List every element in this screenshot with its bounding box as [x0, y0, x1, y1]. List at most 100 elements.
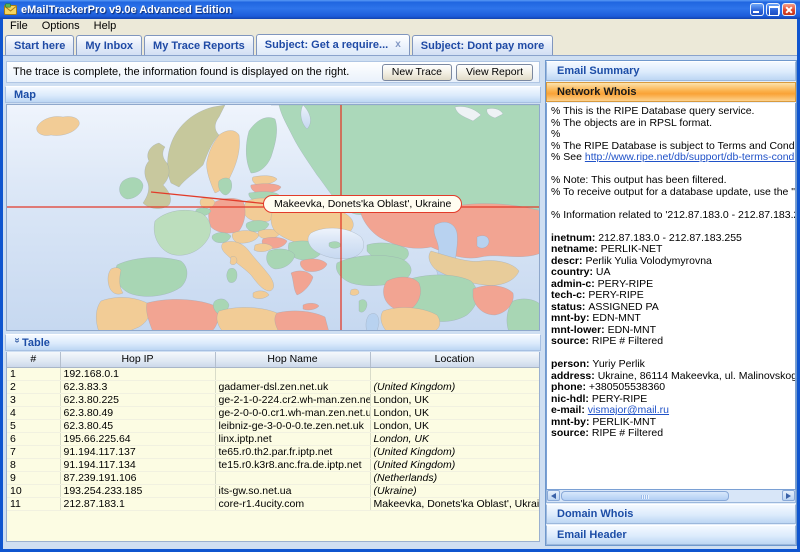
- table-cell: London, UK: [370, 406, 539, 419]
- column-header[interactable]: Location: [370, 352, 539, 367]
- tab-start-here[interactable]: Start here: [5, 35, 74, 55]
- table-cell: 91.194.117.137: [60, 445, 215, 458]
- table-cell: 1: [7, 367, 60, 380]
- whois-line: % Information related to '212.87.183.0 -…: [551, 210, 795, 222]
- collapse-chevron-icon[interactable]: »: [12, 338, 23, 348]
- section-network-whois[interactable]: Network Whois: [546, 82, 796, 102]
- table-row[interactable]: 562.3.80.45leibniz-ge-3-0-0-0.te.zen.net…: [7, 419, 539, 432]
- table-cell: [370, 367, 539, 380]
- table-cell: its-gw.so.net.ua: [215, 484, 370, 497]
- table-cell: Makeevka, Donets'ka Oblast', Ukraine: [370, 497, 539, 510]
- table-cell: 195.66.225.64: [60, 432, 215, 445]
- new-trace-button[interactable]: New Trace: [382, 64, 452, 81]
- table-cell: te65.r0.th2.par.fr.iptp.net: [215, 445, 370, 458]
- table-cell: ge-2-1-0-224.cr2.wh-man.zen.net.uk: [215, 393, 370, 406]
- close-button[interactable]: [782, 3, 796, 16]
- table-row[interactable]: 987.239.191.106 (Netherlands): [7, 471, 539, 484]
- table-cell: linx.iptp.net: [215, 432, 370, 445]
- tab-bar: Start here My Inbox My Trace Reports Subjec…: [3, 33, 797, 56]
- whois-line: %: [551, 129, 795, 141]
- table-cell: London, UK: [370, 393, 539, 406]
- table-cell: 7: [7, 445, 60, 458]
- table-cell: 4: [7, 406, 60, 419]
- tab-label: My Trace Reports: [153, 40, 245, 52]
- table-row[interactable]: 1192.168.0.1: [7, 367, 539, 380]
- table-row[interactable]: 10193.254.233.185its-gw.so.net.ua(Ukrain…: [7, 484, 539, 497]
- scrollbar-thumb[interactable]: [561, 491, 729, 501]
- table-cell: London, UK: [370, 432, 539, 445]
- horizontal-scrollbar[interactable]: [546, 490, 796, 503]
- table-row[interactable]: 791.194.117.137te65.r0.th2.par.fr.iptp.n…: [7, 445, 539, 458]
- table-row[interactable]: 362.3.80.225ge-2-1-0-224.cr2.wh-man.zen.…: [7, 393, 539, 406]
- table-cell: 2: [7, 380, 60, 393]
- table-cell: gadamer-dsl.zen.net.uk: [215, 380, 370, 393]
- scroll-left-arrow-icon[interactable]: [547, 490, 560, 501]
- column-header[interactable]: #: [7, 352, 60, 367]
- whois-line: [551, 198, 795, 210]
- table-cell: 62.3.80.45: [60, 419, 215, 432]
- table-cell: (Ukraine): [370, 484, 539, 497]
- table-panel-header[interactable]: » Table: [5, 334, 541, 351]
- table-cell: [215, 367, 370, 380]
- tab-subject-dont-pay-more[interactable]: Subject: Dont pay more: [412, 35, 553, 55]
- tab-label: My Inbox: [85, 40, 133, 52]
- maximize-button[interactable]: [766, 3, 780, 16]
- status-message: The trace is complete, the information f…: [13, 66, 378, 78]
- table-row[interactable]: 462.3.80.49ge-2-0-0-0.cr1.wh-man.zen.net…: [7, 406, 539, 419]
- table-cell: (United Kingdom): [370, 458, 539, 471]
- tab-my-inbox[interactable]: My Inbox: [76, 35, 142, 55]
- menu-bar: FileOptionsHelp: [3, 19, 797, 33]
- table-cell: 10: [7, 484, 60, 497]
- map-canvas[interactable]: Makeevka, Donets'ka Oblast', Ukraine: [6, 104, 540, 331]
- tab-close-icon[interactable]: x: [395, 40, 401, 50]
- section-domain-whois[interactable]: Domain Whois: [546, 504, 796, 524]
- table-row[interactable]: 6195.66.225.64linx.iptp.netLondon, UK: [7, 432, 539, 445]
- table-cell: leibniz-ge-3-0-0-0.te.zen.net.uk: [215, 419, 370, 432]
- table-row[interactable]: 11212.87.183.1core-r1.4ucity.comMakeevka…: [7, 497, 539, 510]
- table-row[interactable]: 262.3.83.3gadamer-dsl.zen.net.uk(United …: [7, 380, 539, 393]
- map-tooltip: Makeevka, Donets'ka Oblast', Ukraine: [263, 195, 462, 213]
- europe-map: [7, 105, 540, 331]
- table-cell: 62.3.80.49: [60, 406, 215, 419]
- menu-options[interactable]: Options: [35, 19, 87, 33]
- whois-email-link[interactable]: vismajor@mail.ru: [588, 404, 669, 416]
- network-whois-content[interactable]: % This is the RIPE Database query servic…: [546, 103, 796, 490]
- section-email-summary[interactable]: Email Summary: [546, 61, 796, 81]
- whois-link[interactable]: http://www.ripe.net/db/support/db-terms-…: [585, 151, 796, 163]
- hops-table-container: #Hop IPHop NameLocation 1192.168.0.1262.…: [6, 352, 540, 542]
- window-title: eMailTrackerPro v9.0e Advanced Edition: [21, 4, 750, 16]
- whois-line: % This is the RIPE Database query servic…: [551, 106, 795, 118]
- column-header[interactable]: Hop IP: [60, 352, 215, 367]
- content-area: The trace is complete, the information f…: [3, 56, 797, 549]
- whois-line: % See http://www.ripe.net/db/support/db-…: [551, 152, 795, 164]
- whois-line: source: RIPE # Filtered: [551, 336, 795, 348]
- section-email-header[interactable]: Email Header: [546, 525, 796, 545]
- tab-my-trace-reports[interactable]: My Trace Reports: [144, 35, 254, 55]
- table-cell: 87.239.191.106: [60, 471, 215, 484]
- app-icon: [4, 3, 17, 16]
- map-panel-header[interactable]: Map: [5, 86, 541, 103]
- whois-line: % The objects are in RPSL format.: [551, 118, 795, 130]
- whois-line: % To receive output for a database updat…: [551, 187, 795, 199]
- menu-file[interactable]: File: [3, 19, 35, 33]
- table-row[interactable]: 891.194.117.134te15.r0.k3r8.anc.fra.de.i…: [7, 458, 539, 471]
- tab-label: Subject: Dont pay more: [421, 40, 544, 52]
- menu-help[interactable]: Help: [87, 19, 124, 33]
- table-cell: (United Kingdom): [370, 445, 539, 458]
- title-bar[interactable]: eMailTrackerPro v9.0e Advanced Edition: [0, 0, 800, 19]
- table-cell: 6: [7, 432, 60, 445]
- table-cell: (Netherlands): [370, 471, 539, 484]
- map-panel-title: Map: [6, 89, 36, 101]
- table-cell: 3: [7, 393, 60, 406]
- minimize-button[interactable]: [750, 3, 764, 16]
- table-cell: 5: [7, 419, 60, 432]
- tab-subject-get-a-require[interactable]: Subject: Get a require... x: [256, 34, 410, 55]
- table-cell: 9: [7, 471, 60, 484]
- table-cell: te15.r0.k3r8.anc.fra.de.iptp.net: [215, 458, 370, 471]
- tab-label: Subject: Get a require...: [265, 39, 388, 51]
- scroll-right-arrow-icon[interactable]: [782, 490, 795, 501]
- view-report-button[interactable]: View Report: [456, 64, 533, 81]
- column-header[interactable]: Hop Name: [215, 352, 370, 367]
- hops-table: #Hop IPHop NameLocation 1192.168.0.1262.…: [7, 352, 540, 511]
- table-cell: core-r1.4ucity.com: [215, 497, 370, 510]
